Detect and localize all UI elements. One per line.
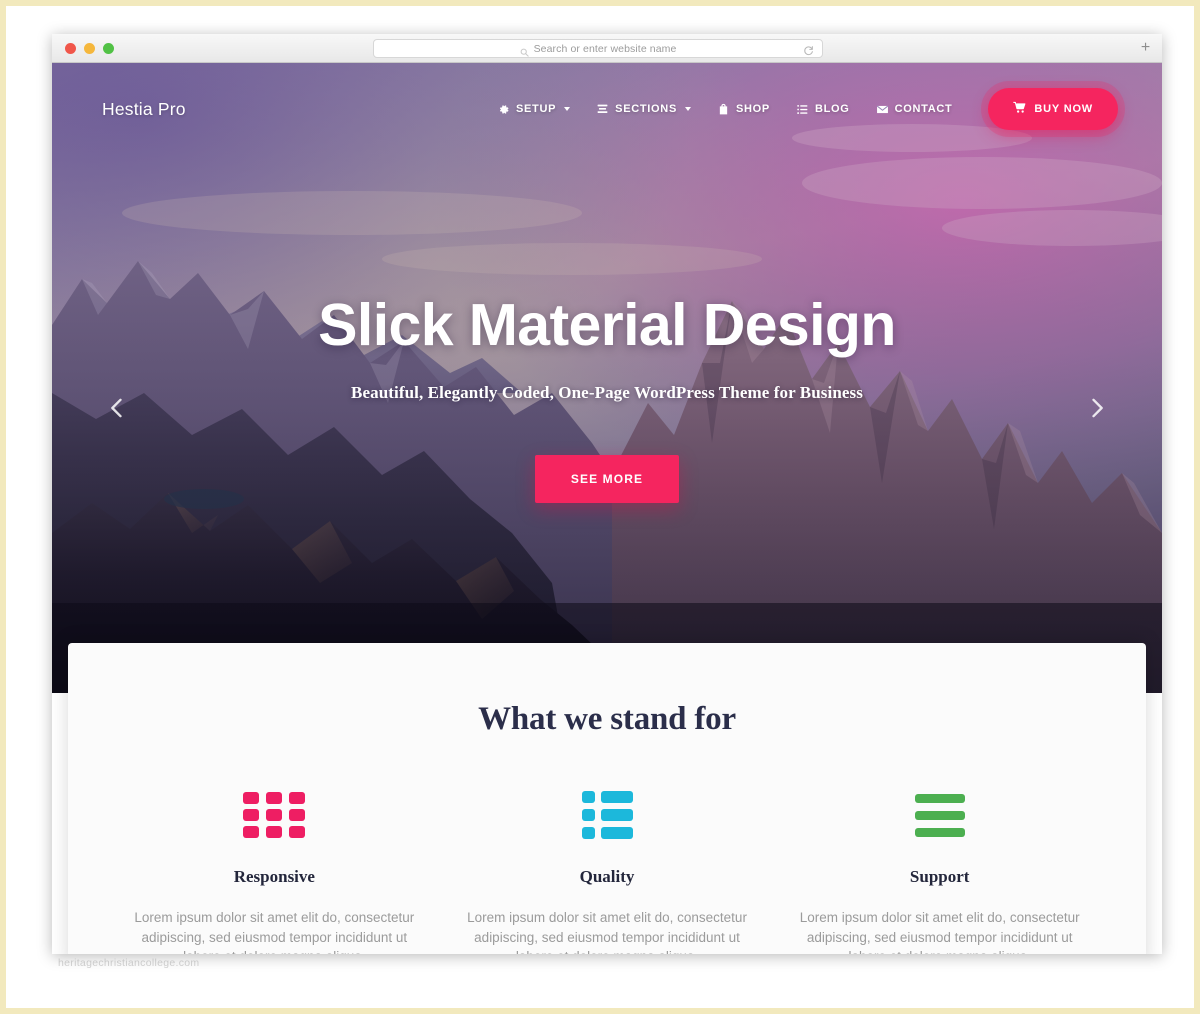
search-icon [520,44,529,57]
nav-item-contact[interactable]: CONTACT [876,103,953,116]
site-logo[interactable]: Hestia Pro [102,99,186,120]
buy-now-label: BUY NOW [1034,103,1093,115]
nav-links: SETUP SECTIONS SHOP BLOG CONTACT BUY NOW [497,88,1118,130]
grid-icon [126,785,423,845]
feature-description: Lorem ipsum dolor sit amet elit do, cons… [467,910,747,954]
list-icon [796,103,809,116]
feature-title: Support [909,867,970,886]
feature-description: Lorem ipsum dolor sit amet elit do, cons… [134,910,415,954]
hero-content: Slick Material Design Beautiful, Elegant… [52,63,1162,693]
nav-item-sections[interactable]: SECTIONS [596,103,691,116]
watermark-text: heritagechristiancollege.com [58,957,200,969]
list-blocks-icon [459,785,756,845]
carousel-next-button[interactable] [1080,391,1114,425]
address-bar-placeholder: Search or enter website name [533,42,677,55]
gear-icon [497,103,510,116]
nav-label-blog: BLOG [814,103,850,115]
feature-quality: Quality Lorem ipsum dolor sit amet elit … [441,785,774,954]
feature-support: Support Lorem ipsum dolor sit amet elit … [773,785,1106,954]
zoom-window-button[interactable] [103,43,114,54]
shopping-bag-icon [717,103,730,116]
sections-list-icon [596,103,609,116]
site-navigation: Hestia Pro SETUP SECTIONS SHOP BLOG CONT… [52,63,1162,155]
page-frame: Search or enter website name + Hestia Pr… [0,0,1200,1014]
feature-title: Quality [579,867,635,886]
browser-toolbar: Search or enter website name + [52,34,1162,63]
feature-responsive: Responsive Lorem ipsum dolor sit amet el… [108,785,441,954]
nav-item-setup[interactable]: SETUP [497,103,571,116]
features-heading: What we stand for [478,701,736,737]
shopping-cart-icon [1013,101,1027,117]
buy-now-button[interactable]: BUY NOW [988,88,1118,130]
address-bar[interactable]: Search or enter website name [373,39,823,58]
nav-label-contact: CONTACT [894,103,953,115]
carousel-prev-button[interactable] [100,391,134,425]
feature-title: Responsive [233,867,315,886]
nav-item-shop[interactable]: SHOP [717,103,770,116]
nav-label-shop: SHOP [736,103,770,115]
bars-icon [791,785,1088,845]
feature-description: Lorem ipsum dolor sit amet elit do, cons… [799,910,1080,954]
hero-subtitle: Beautiful, Elegantly Coded, One-Page Wor… [351,382,863,402]
reload-icon[interactable] [803,43,814,55]
nav-label-sections: SECTIONS [615,103,677,115]
chevron-down-icon [685,107,691,111]
chevron-right-icon [1092,398,1103,418]
window-controls [65,43,114,54]
features-section: What we stand for Responsive Lorem ipsum… [68,643,1146,954]
minimize-window-button[interactable] [84,43,95,54]
browser-window: Search or enter website name + Hestia Pr… [52,34,1162,954]
hero-title: Slick Material Design [318,292,896,358]
hero-section: Hestia Pro SETUP SECTIONS SHOP BLOG CONT… [52,63,1162,693]
new-tab-button[interactable]: + [1138,40,1153,56]
features-row: Responsive Lorem ipsum dolor sit amet el… [108,785,1106,954]
see-more-button[interactable]: SEE MORE [534,454,680,503]
page-viewport: Hestia Pro SETUP SECTIONS SHOP BLOG CONT… [52,63,1162,954]
nav-item-blog[interactable]: BLOG [796,103,850,116]
envelope-icon [876,103,889,116]
chevron-left-icon [111,398,122,418]
chevron-down-icon [564,107,571,111]
nav-label-setup: SETUP [515,103,557,115]
close-window-button[interactable] [65,43,76,54]
